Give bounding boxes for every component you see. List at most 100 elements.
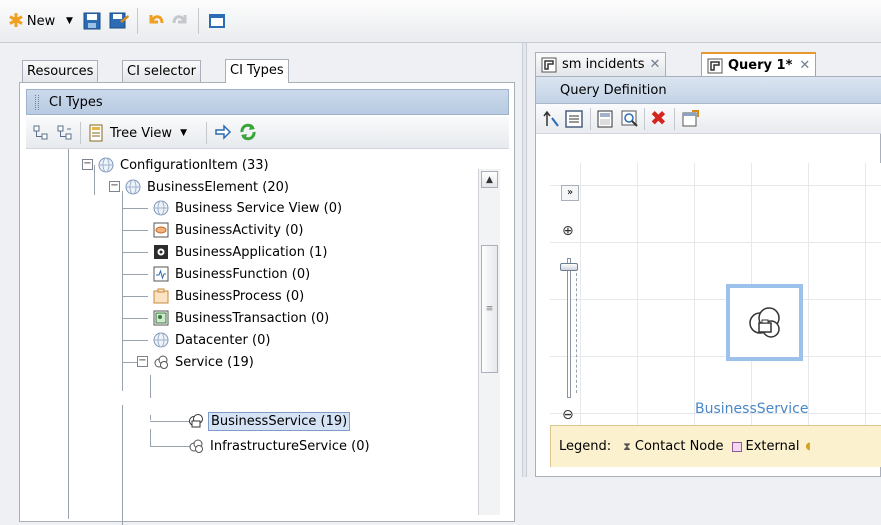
scroll-thumb[interactable]: ≡ — [481, 245, 498, 373]
tree-item-label: BusinessElement (20) — [147, 179, 289, 195]
ci-globe-icon — [98, 157, 114, 173]
tab-resources[interactable]: Resources — [22, 60, 99, 82]
tree-connector — [68, 149, 69, 519]
business-application-icon — [153, 244, 169, 260]
redo-icon — [172, 15, 187, 24]
scroll-up-button[interactable]: ▲ — [481, 171, 498, 188]
expand-panel-button[interactable]: » — [561, 185, 579, 201]
collapse-toggle[interactable]: − — [82, 159, 93, 170]
tree-view-dropdown[interactable]: Tree View ▼ — [88, 123, 187, 143]
left-pane: Resources CI selector CI Types CI Types — [0, 43, 522, 525]
properties-button[interactable] — [564, 109, 584, 132]
new-star-icon: ✱ — [8, 9, 24, 32]
zoom-ticks — [576, 273, 580, 393]
zoom-in-icon[interactable]: ⊕ — [562, 223, 574, 239]
refresh-button[interactable] — [238, 122, 258, 145]
expand-all-button[interactable] — [32, 124, 50, 145]
business-service-icon — [748, 306, 780, 338]
save-all-icon — [109, 12, 129, 29]
save-button[interactable] — [82, 9, 102, 33]
tree-view-icon — [89, 124, 103, 142]
tab-ci-types[interactable]: CI Types — [225, 59, 289, 83]
business-service-icon — [188, 413, 204, 429]
refresh-icon — [240, 123, 256, 141]
calculator-button[interactable] — [596, 109, 614, 132]
new-dropdown-button[interactable]: ▼ — [66, 9, 73, 33]
node-label: BusinessService — [695, 401, 809, 417]
tree-connector — [150, 429, 151, 447]
tree-item-label: ConfigurationItem (33) — [120, 157, 269, 173]
service-cloud-icon — [188, 438, 204, 454]
tree-item[interactable]: BusinessActivity (0) — [153, 220, 306, 240]
collapse-all-button[interactable] — [56, 124, 74, 145]
tab-query-1[interactable]: Query 1* ✕ — [701, 52, 817, 76]
tree-connector — [150, 415, 151, 420]
tree-connector — [122, 318, 148, 319]
toolbar-separator — [198, 8, 199, 34]
zoom-slider[interactable] — [567, 258, 571, 398]
tab-ci-selector[interactable]: CI selector — [122, 60, 201, 82]
tree-item-label: BusinessService (19) — [208, 411, 351, 431]
query-icon — [707, 58, 723, 74]
ci-globe-icon — [125, 179, 141, 195]
tree-item[interactable]: BusinessFunction (0) — [153, 264, 312, 284]
delete-button[interactable]: ✖ — [650, 108, 667, 128]
expand-all-icon — [33, 125, 48, 140]
new-button[interactable]: ✱ New — [8, 9, 55, 33]
sort-icon — [543, 110, 559, 127]
tree-connector — [122, 274, 148, 275]
close-icon[interactable]: ✕ — [799, 58, 810, 73]
tab-sm-incidents[interactable]: sm incidents ✕ — [535, 52, 667, 76]
tree-connector — [150, 421, 190, 422]
business-service-node[interactable] — [726, 284, 803, 361]
tree-item[interactable]: BusinessService (19) — [188, 411, 351, 431]
query-canvas[interactable]: » ⊕ ⊖ — [550, 163, 881, 425]
ci-types-panel: CI Types Tree View ▼ − ConfigurationItem… — [19, 82, 515, 525]
undo-icon — [149, 15, 164, 24]
right-pane: sm incidents ✕ Query 1* ✕ Query Definiti… — [527, 43, 881, 477]
tree-item[interactable]: Datacenter (0) — [153, 330, 272, 350]
legend-more-icon: ◖ — [805, 441, 811, 452]
query-definition-title: Query Definition — [536, 77, 881, 104]
tree-item[interactable]: BusinessTransaction (0) — [153, 308, 331, 328]
undo-button[interactable] — [146, 9, 166, 33]
zoom-slider-handle[interactable] — [560, 263, 578, 271]
tree-item[interactable]: Business Service View (0) — [153, 198, 344, 218]
tree-item[interactable]: BusinessProcess (0) — [153, 286, 306, 306]
search-button[interactable] — [620, 109, 640, 132]
tree-connector — [122, 405, 123, 525]
tree-item[interactable]: BusinessApplication (1) — [153, 242, 330, 262]
tree-scrollbar[interactable]: ▲ ≡ — [478, 169, 500, 515]
window-button[interactable] — [207, 9, 227, 33]
tree-item-label: BusinessApplication (1) — [175, 244, 328, 260]
calculator-icon — [597, 110, 613, 128]
close-icon[interactable]: ✕ — [650, 57, 661, 72]
business-function-icon — [153, 266, 169, 282]
tree-item-label: InfrastructureService (0) — [210, 438, 370, 454]
zoom-out-icon[interactable]: ⊖ — [562, 407, 574, 423]
toolbar-separator — [206, 122, 207, 144]
collapse-toggle[interactable]: − — [137, 356, 148, 367]
collapse-toggle[interactable]: − — [109, 181, 120, 192]
tree-item[interactable]: ConfigurationItem (33) — [98, 155, 271, 175]
tree-item[interactable]: Service (19) — [153, 352, 256, 372]
redo-button[interactable] — [170, 9, 190, 33]
new-label: New — [26, 13, 56, 29]
sort-button[interactable] — [542, 110, 560, 131]
toolbar-separator — [674, 108, 675, 130]
tree-connector — [122, 191, 123, 391]
arrow-right-icon — [215, 124, 232, 140]
tree-item-label: Business Service View (0) — [175, 200, 343, 216]
legend-label: Legend: — [559, 439, 612, 454]
ci-types-panel-title: CI Types — [26, 89, 509, 115]
legend-bar: Legend: ⧗ Contact Node External ◖ — [550, 425, 881, 467]
tree-item[interactable]: BusinessElement (20) — [125, 177, 291, 197]
tree-item[interactable]: InfrastructureService (0) — [188, 436, 372, 456]
go-button[interactable] — [214, 123, 232, 144]
properties-edit-button[interactable] — [680, 109, 700, 132]
ci-type-tree: − ConfigurationItem (33) − BusinessEleme… — [26, 149, 509, 525]
tree-connector — [150, 446, 190, 447]
save-all-button[interactable] — [108, 9, 130, 33]
tree-item-label: BusinessProcess (0) — [175, 288, 305, 304]
service-cloud-icon — [153, 354, 169, 370]
